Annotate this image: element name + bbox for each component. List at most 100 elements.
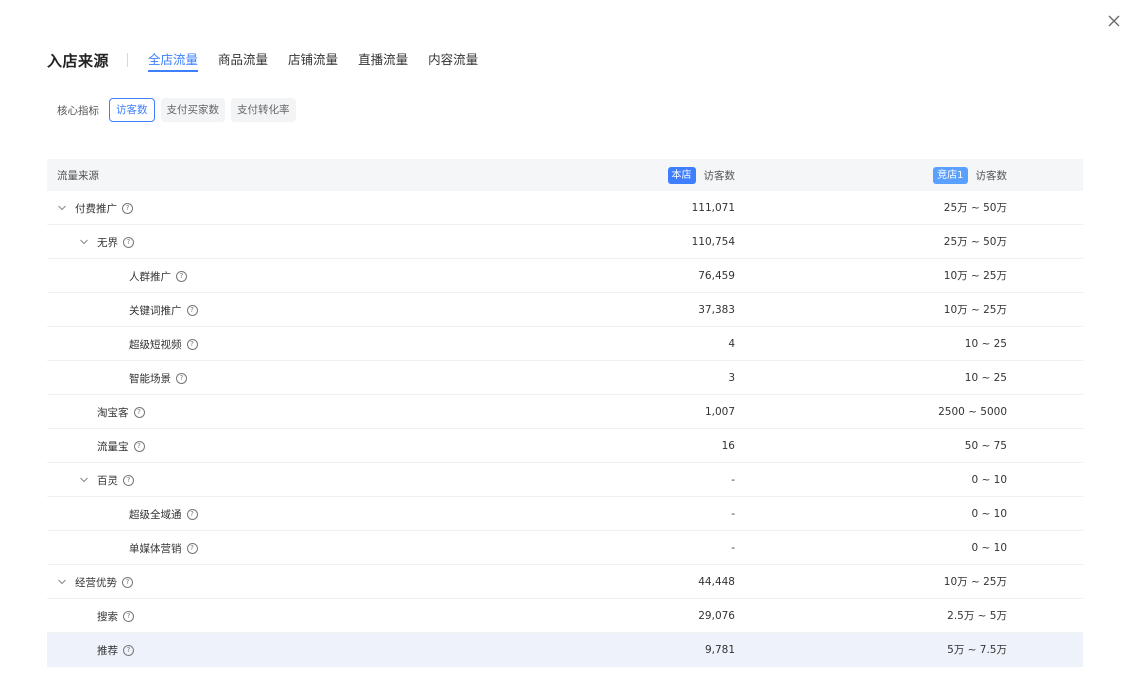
row-source-label: 人群推广 bbox=[129, 270, 171, 283]
chevron-down-icon[interactable] bbox=[79, 237, 89, 247]
tab-live[interactable]: 直播流量 bbox=[358, 46, 408, 74]
row-source-label: 付费推广 bbox=[75, 202, 117, 215]
row-competitor-value: 0 ~ 10 bbox=[971, 542, 1007, 554]
row-competitor-value: 50 ~ 75 bbox=[964, 440, 1007, 452]
row-competitor-value: 10 ~ 25 bbox=[964, 372, 1007, 384]
table-row: 超级短视频? 4 10 ~ 25 bbox=[47, 327, 1083, 361]
table-row: 流量宝? 16 50 ~ 75 bbox=[47, 429, 1083, 463]
traffic-table: 流量来源 本店 访客数 竞店1 访客数 付费推广? 111,071 25万 ~ 50… bbox=[47, 159, 1083, 667]
row-shop-value: 4 bbox=[728, 338, 735, 350]
row-shop-value: 76,459 bbox=[698, 270, 735, 282]
row-shop-value: 1,007 bbox=[704, 406, 735, 418]
row-source-cell: 人群推广? bbox=[129, 259, 187, 293]
chevron-down-icon[interactable] bbox=[57, 203, 67, 213]
help-icon[interactable]: ? bbox=[186, 304, 198, 316]
row-source-cell: 付费推广? bbox=[57, 191, 133, 225]
tab-shop[interactable]: 店铺流量 bbox=[288, 46, 338, 74]
row-shop-value: 110,754 bbox=[691, 236, 735, 248]
row-source-cell: 经营优势? bbox=[57, 565, 133, 599]
row-competitor-value: 2.5万 ~ 5万 bbox=[947, 610, 1007, 622]
help-icon[interactable]: ? bbox=[123, 644, 134, 656]
row-source-label: 超级短视频 bbox=[129, 338, 182, 351]
row-source-cell: 超级全域通? bbox=[129, 497, 198, 531]
traffic-source-panel: 入店来源 全店流量 商品流量 店铺流量 直播流量 内容流量 核心指标 访客数 支… bbox=[47, 46, 1083, 667]
competitor-metric-label: 访客数 bbox=[975, 169, 1008, 182]
row-source-cell: 无界? bbox=[79, 225, 134, 259]
row-competitor-value: 25万 ~ 50万 bbox=[943, 202, 1007, 214]
table-row: 经营优势? 44,448 10万 ~ 25万 bbox=[47, 565, 1083, 599]
help-icon[interactable]: ? bbox=[186, 508, 198, 520]
row-competitor-value: 10 ~ 25 bbox=[964, 338, 1007, 350]
close-icon bbox=[1108, 15, 1120, 27]
table-header: 流量来源 本店 访客数 竞店1 访客数 bbox=[47, 159, 1083, 191]
row-source-label: 搜索 bbox=[97, 610, 118, 623]
row-shop-value: 9,781 bbox=[704, 644, 735, 656]
table-row: 无界? 110,754 25万 ~ 50万 bbox=[47, 225, 1083, 259]
row-source-label: 百灵 bbox=[97, 474, 118, 487]
row-competitor-value: 2500 ~ 5000 bbox=[938, 406, 1007, 418]
help-icon[interactable]: ? bbox=[176, 372, 187, 384]
row-competitor-value: 10万 ~ 25万 bbox=[943, 304, 1007, 316]
row-source-cell: 超级短视频? bbox=[129, 327, 198, 361]
metric-chip-conversion-rate[interactable]: 支付转化率 bbox=[231, 98, 296, 122]
row-shop-value: 16 bbox=[721, 440, 735, 452]
metrics-label: 核心指标 bbox=[57, 104, 99, 117]
row-source-label: 流量宝 bbox=[97, 440, 129, 453]
row-shop-value: 111,071 bbox=[691, 202, 735, 214]
tab-all-store[interactable]: 全店流量 bbox=[148, 46, 199, 74]
shop-metric-label: 访客数 bbox=[703, 169, 736, 182]
row-shop-value: - bbox=[731, 508, 735, 520]
table-row: 关键词推广? 37,383 10万 ~ 25万 bbox=[47, 293, 1083, 327]
tab-content[interactable]: 内容流量 bbox=[428, 46, 478, 74]
metric-chip-visitors[interactable]: 访客数 bbox=[109, 98, 155, 122]
row-shop-value: 29,076 bbox=[698, 610, 735, 622]
help-icon[interactable]: ? bbox=[133, 406, 145, 418]
row-source-label: 智能场景 bbox=[129, 372, 171, 385]
table-row: 推荐? 9,781 5万 ~ 7.5万 bbox=[47, 633, 1083, 667]
help-icon[interactable]: ? bbox=[186, 338, 198, 350]
row-competitor-value: 0 ~ 10 bbox=[971, 474, 1007, 486]
chevron-down-icon[interactable] bbox=[79, 475, 89, 485]
column-header-source: 流量来源 bbox=[57, 169, 99, 182]
traffic-tabs: 全店流量 商品流量 店铺流量 直播流量 内容流量 bbox=[148, 46, 498, 74]
table-row: 百灵? - 0 ~ 10 bbox=[47, 463, 1083, 497]
metric-chip-paying-buyers[interactable]: 支付买家数 bbox=[160, 98, 225, 122]
shop-tag: 本店 bbox=[667, 166, 696, 184]
help-icon[interactable]: ? bbox=[186, 542, 198, 554]
row-shop-value: 44,448 bbox=[698, 576, 735, 588]
table-body: 付费推广? 111,071 25万 ~ 50万 无界? 110,754 25万 ~ 50万… bbox=[47, 191, 1083, 667]
row-competitor-value: 5万 ~ 7.5万 bbox=[947, 644, 1007, 656]
table-row: 付费推广? 111,071 25万 ~ 50万 bbox=[47, 191, 1083, 225]
row-shop-value: - bbox=[731, 474, 735, 486]
help-icon[interactable]: ? bbox=[123, 474, 134, 486]
help-icon[interactable]: ? bbox=[123, 610, 134, 622]
help-icon[interactable]: ? bbox=[133, 440, 145, 452]
help-icon[interactable]: ? bbox=[122, 202, 133, 214]
row-source-label: 单媒体营销 bbox=[129, 542, 182, 555]
help-icon[interactable]: ? bbox=[176, 270, 187, 282]
row-shop-value: 37,383 bbox=[698, 304, 735, 316]
row-source-cell: 推荐? bbox=[97, 633, 134, 667]
row-shop-value: 3 bbox=[728, 372, 735, 384]
chevron-down-icon[interactable] bbox=[57, 577, 67, 587]
table-row: 单媒体营销? - 0 ~ 10 bbox=[47, 531, 1083, 565]
table-row: 超级全域通? - 0 ~ 10 bbox=[47, 497, 1083, 531]
core-metrics-bar: 核心指标 访客数 支付买家数 支付转化率 bbox=[47, 97, 302, 123]
row-competitor-value: 10万 ~ 25万 bbox=[943, 576, 1007, 588]
page-title: 入店来源 bbox=[47, 51, 110, 70]
row-source-cell: 单媒体营销? bbox=[129, 531, 198, 565]
row-source-label: 推荐 bbox=[97, 644, 118, 657]
row-source-label: 无界 bbox=[97, 236, 118, 249]
row-source-cell: 淘宝客? bbox=[97, 395, 145, 429]
close-button[interactable] bbox=[1104, 11, 1124, 31]
row-competitor-value: 10万 ~ 25万 bbox=[943, 270, 1007, 282]
table-row: 智能场景? 3 10 ~ 25 bbox=[47, 361, 1083, 395]
table-row: 搜索? 29,076 2.5万 ~ 5万 bbox=[47, 599, 1083, 633]
help-icon[interactable]: ? bbox=[122, 576, 133, 588]
row-source-label: 超级全域通 bbox=[129, 508, 182, 521]
row-competitor-value: 25万 ~ 50万 bbox=[943, 236, 1007, 248]
row-source-label: 经营优势 bbox=[75, 576, 117, 589]
tab-product[interactable]: 商品流量 bbox=[218, 46, 268, 74]
help-icon[interactable]: ? bbox=[123, 236, 134, 248]
header-divider bbox=[127, 53, 129, 67]
